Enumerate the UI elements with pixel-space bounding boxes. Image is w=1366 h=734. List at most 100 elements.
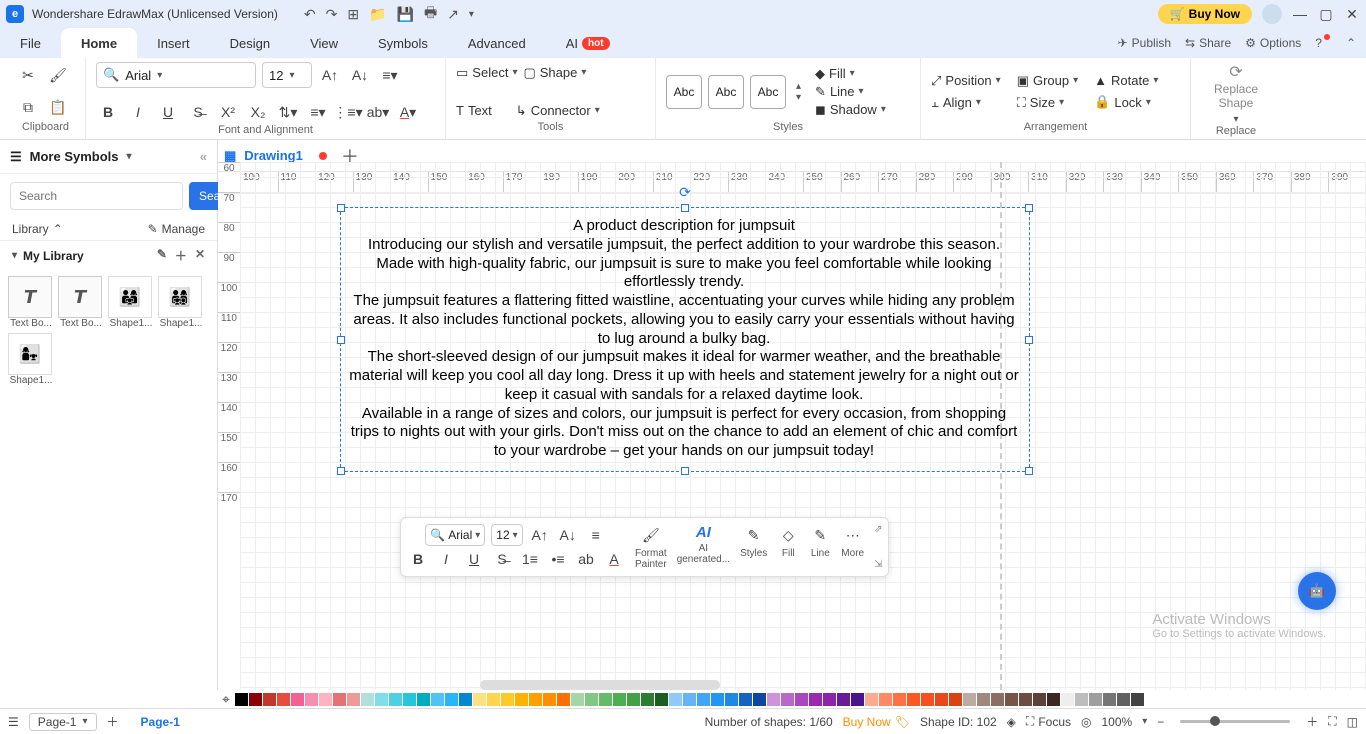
style-scroll-up-icon[interactable]: ▴ [796,81,801,92]
zoom-knob[interactable] [1210,716,1220,726]
resize-handle-sw[interactable] [337,467,345,475]
mini-size-select[interactable]: 12 ▾ [491,524,522,546]
focus-button[interactable]: ⛶ Focus [1026,714,1071,729]
color-swatch[interactable] [1005,693,1018,706]
group-menu[interactable]: ▣ Group▾ [1017,73,1078,89]
color-swatch[interactable] [1019,693,1032,706]
undo-icon[interactable]: ↶ [304,6,316,23]
line-menu[interactable]: ✎ Line▾ [815,84,886,100]
paste-icon[interactable]: 📋 [46,96,70,120]
mini-font-select[interactable]: 🔍 Arial ▾ [425,524,485,546]
replace-shape-button[interactable]: ⟳ Replace Shape ▾ [1214,62,1258,125]
highlight-icon[interactable]: ab▾ [366,100,390,124]
color-swatch[interactable] [767,693,780,706]
menu-symbols[interactable]: Symbols [358,28,448,58]
font-color-icon[interactable]: A▾ [396,100,420,124]
lock-menu[interactable]: 🔒 Lock▾ [1094,94,1158,110]
color-swatch[interactable] [543,693,556,706]
outline-icon[interactable]: ☰ [8,715,19,729]
color-swatch[interactable] [515,693,528,706]
color-swatch[interactable] [1075,693,1088,706]
color-swatch[interactable] [837,693,850,706]
mylib-close-icon[interactable]: ✕ [195,247,205,264]
rotate-handle-icon[interactable]: ⟳ [679,184,691,201]
font-size-select[interactable]: 12▾ [262,62,312,88]
color-swatch[interactable] [823,693,836,706]
mylib-add-icon[interactable]: ＋ [175,247,187,264]
rotate-menu[interactable]: ▲ Rotate▾ [1094,73,1158,88]
horizontal-scrollbar[interactable] [480,680,720,690]
mini-align-icon[interactable]: ≡ [585,524,607,546]
fill-menu[interactable]: ◆ Fill▾ [815,66,886,82]
resize-handle-e[interactable] [1025,336,1033,344]
mylib-expand-icon[interactable]: ▾ [12,250,17,261]
menu-insert[interactable]: Insert [137,28,210,58]
connector-tool[interactable]: ↳ Connector▾ [516,103,600,119]
mini-pin-icon[interactable]: ⇗ [874,524,882,535]
color-swatch[interactable] [347,693,360,706]
qat-more-icon[interactable]: ▾ [469,9,474,20]
color-swatch[interactable] [375,693,388,706]
shadow-menu[interactable]: ◼ Shadow▾ [815,102,886,118]
mini-bold-icon[interactable]: B [407,548,429,570]
maximize-button[interactable]: ▢ [1318,6,1334,23]
zoom-in-button[interactable]: ＋ [1306,713,1318,730]
lib-thumb-textbox-2[interactable]: 𝙏Text Bo... [58,276,104,329]
color-swatch[interactable] [277,693,290,706]
buy-now-button[interactable]: 🛒 Buy Now [1158,4,1252,24]
style-preset-2[interactable]: Abc [708,75,744,109]
minimize-button[interactable]: — [1292,6,1308,22]
decrease-font-icon[interactable]: A↓ [348,63,372,87]
redo-icon[interactable]: ↷ [326,6,338,23]
font-family-select[interactable]: 🔍 Arial▾ [96,62,256,88]
bold-icon[interactable]: B [96,100,120,124]
color-swatch[interactable] [249,693,262,706]
page-selector[interactable]: Page-1 ▾ [29,713,97,731]
panel-toggle-icon[interactable]: ◫ [1347,715,1358,729]
color-swatch[interactable] [291,693,304,706]
copy-icon[interactable]: ⧉ [16,96,40,120]
style-preset-3[interactable]: Abc [750,75,786,109]
publish-button[interactable]: ✈ Publish [1118,36,1171,50]
library-link[interactable]: Library ⌃ [12,222,63,236]
color-swatch[interactable] [305,693,318,706]
color-swatch[interactable] [403,693,416,706]
lib-thumb-textbox-1[interactable]: 𝙏Text Bo... [8,276,54,329]
color-swatch[interactable] [795,693,808,706]
underline-icon[interactable]: U [156,100,180,124]
mini-line[interactable]: ✎Line [809,524,831,570]
color-swatch[interactable] [487,693,500,706]
color-swatch[interactable] [1089,693,1102,706]
resize-handle-se[interactable] [1025,467,1033,475]
mini-expand-icon[interactable]: ⇲ [874,559,882,570]
save-icon[interactable]: 💾 [397,6,414,23]
mini-more[interactable]: ⋯More [841,524,864,570]
color-swatch[interactable] [725,693,738,706]
mini-bullist-icon[interactable]: •≡ [547,548,569,570]
layers-icon[interactable]: ◈ [1007,715,1016,729]
color-swatch[interactable] [1131,693,1144,706]
color-swatch[interactable] [361,693,374,706]
resize-handle-w[interactable] [337,336,345,344]
align-menu-icon[interactable]: ≡▾ [378,63,402,87]
mini-numlist-icon[interactable]: 1≡ [519,548,541,570]
color-swatch[interactable] [571,693,584,706]
indent-icon[interactable]: ≡▾ [306,100,330,124]
export-icon[interactable]: ↗ [447,6,459,23]
menu-view[interactable]: View [290,28,358,58]
color-swatch[interactable] [935,693,948,706]
color-swatch[interactable] [711,693,724,706]
canvas-grid[interactable]: ⟳ A product description for jumpsuit Int… [240,162,1366,690]
color-swatch[interactable] [557,693,570,706]
color-swatch[interactable] [1033,693,1046,706]
close-button[interactable]: ✕ [1344,6,1360,23]
mini-fontcolor-icon[interactable]: A [603,548,625,570]
color-swatch[interactable] [333,693,346,706]
color-swatch[interactable] [739,693,752,706]
menu-file[interactable]: File [0,28,61,58]
color-swatch[interactable] [641,693,654,706]
bullets-icon[interactable]: ⋮≡▾ [336,100,360,124]
color-swatch[interactable] [585,693,598,706]
lib-thumb-shape-3[interactable]: 👩‍👧Shape1... [8,333,54,386]
menu-home[interactable]: Home [61,28,137,58]
